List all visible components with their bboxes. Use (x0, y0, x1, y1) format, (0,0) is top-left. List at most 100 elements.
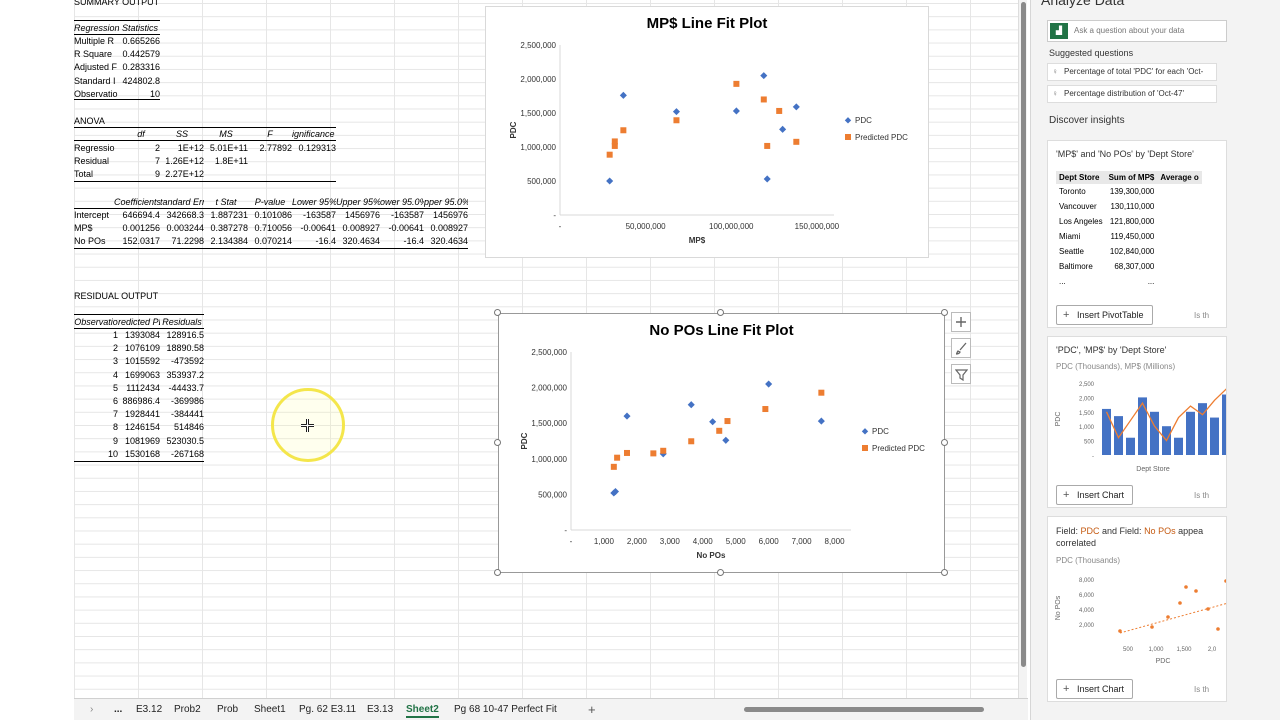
residual-cell: 1246154 (124, 422, 160, 433)
coef-cell: 1456976 (432, 210, 468, 220)
resize-handle[interactable] (941, 309, 948, 316)
add-sheet-button[interactable]: + (588, 702, 596, 718)
resize-handle[interactable] (717, 309, 724, 316)
chart-styles-button[interactable] (951, 338, 971, 358)
suggested-question[interactable]: ♀ Percentage distribution of 'Oct-47' (1047, 85, 1217, 103)
coef-header: tandard Erro (160, 197, 204, 207)
insert-pivottable-button[interactable]: + Insert PivotTable (1056, 305, 1153, 325)
coef-cell: 1456976 (344, 210, 380, 220)
residual-cell: 523030.5 (166, 435, 204, 446)
divider (74, 248, 468, 249)
residual-cell: 9 (112, 435, 118, 446)
resize-handle[interactable] (717, 569, 724, 576)
button-label: Insert Chart (1077, 684, 1125, 694)
anova-cell: 2.77892 (259, 143, 292, 153)
mini-y-tick: 6,000 (1079, 593, 1095, 599)
residual-cell: 4 (112, 369, 118, 380)
mini-y-tick: 2,000 (1079, 396, 1095, 402)
stat-value: 0.442579 (122, 49, 160, 60)
resize-handle[interactable] (494, 569, 501, 576)
table-cell (1157, 199, 1201, 214)
y-tick-label: 500,000 (538, 490, 567, 499)
table-row: Miami 119,450,000 (1056, 229, 1202, 244)
sheet-tab[interactable]: Prob2 (174, 702, 201, 718)
ask-question-input[interactable]: ▟ Ask a question about your data (1047, 20, 1227, 42)
x-axis-title: No POs (697, 551, 726, 560)
worksheet-grid[interactable]: SUMMARY OUTPUT Regression Statistics ANO… (0, 0, 1027, 698)
column-header: Average o (1157, 171, 1202, 184)
predicted-pdc-point (673, 117, 680, 124)
pdc-point (732, 107, 740, 115)
sheet-tab[interactable]: Sheet1 (254, 702, 286, 718)
more-tabs-button[interactable]: ... (114, 702, 122, 718)
mps-line-fit-chart[interactable]: - 500,000 1,000,000 1,500,000 2,000,000 2,500… (485, 6, 929, 258)
resize-handle[interactable] (494, 439, 501, 446)
table-cell: ... (1059, 277, 1066, 286)
button-label: Insert Chart (1077, 490, 1125, 500)
sheet-tab[interactable]: Sheet2 (406, 702, 439, 718)
legend-marker (845, 134, 851, 140)
anova-cell: 2 (154, 143, 160, 153)
residual-cell: -473592 (170, 356, 204, 367)
mini-y-tick: 1,500 (1079, 411, 1095, 417)
stat-value: 10 (149, 88, 160, 99)
resize-handle[interactable] (941, 569, 948, 576)
divider (74, 181, 336, 182)
residual-cell: 5 (112, 382, 118, 393)
scroll-thumb[interactable] (744, 707, 984, 712)
stat-label: Adjusted F (74, 62, 118, 73)
anova-cell: 1.26E+12 (165, 156, 204, 167)
vertical-scrollbar[interactable] (1018, 0, 1027, 698)
coef-cell: 0.008927 (430, 223, 468, 234)
sheet-tab[interactable]: Pg. 62 E3.11 (299, 702, 356, 718)
mini-x-title: Dept Store (1136, 466, 1170, 473)
pane-title: Analyze Data (1041, 0, 1125, 8)
sheet-tab[interactable]: E3.13 (367, 702, 393, 718)
chart-elements-button[interactable] (951, 312, 971, 332)
nopos-line-fit-chart[interactable]: - 500,000 1,000,000 1,500,000 2,000,000 2,500… (498, 313, 945, 573)
residual-cell: 6 (112, 396, 118, 406)
mini-y-tick: - (1092, 454, 1094, 460)
coef-cell: 0.003244 (166, 223, 204, 234)
pdc-point (760, 72, 768, 80)
anova-cell: 1E+12 (177, 143, 204, 153)
y-tick-label: 500,000 (527, 177, 556, 186)
paintbrush-icon (955, 342, 966, 355)
legend-label: Predicted PDC (872, 444, 925, 453)
anova-cell: Regressio (74, 143, 115, 153)
legend-label: Predicted PDC (855, 133, 908, 142)
mini-point (1166, 615, 1170, 619)
mini-y-tick: 2,500 (1079, 382, 1095, 388)
residual-cell: 1112434 (126, 382, 160, 393)
sheet-tab[interactable]: Prob (217, 702, 238, 718)
resize-handle[interactable] (941, 439, 948, 446)
scroll-thumb[interactable] (1021, 2, 1026, 667)
horizontal-scrollbar[interactable] (738, 704, 1038, 715)
mini-bar (1174, 437, 1183, 455)
chart-filters-button[interactable] (951, 364, 971, 384)
mini-y-title: PDC (1055, 412, 1062, 427)
suggested-question[interactable]: ♀ Percentage of total 'PDC' for each 'Oct… (1047, 63, 1217, 81)
table-cell (1157, 229, 1201, 244)
x-tick-label: - (570, 537, 573, 546)
x-tick-label: - (559, 222, 562, 231)
mini-point (1178, 601, 1182, 605)
scatter-mini-chart: 8,000 6,000 4,000 2,000 500 1,000 1,500 2,0 No P… (1055, 578, 1226, 665)
mini-point (1194, 589, 1198, 593)
insight-card-pivot: 'MP$' and 'No POs' by 'Dept Store' Dept … (1047, 140, 1227, 328)
insert-chart-button[interactable]: + Insert Chart (1056, 679, 1134, 699)
title-part: Field: (1056, 526, 1081, 536)
coef-cell: 2.134384 (210, 236, 248, 247)
mini-bar (1126, 437, 1135, 455)
sheet-tab[interactable]: E3.12 (136, 702, 162, 718)
resize-handle[interactable] (494, 309, 501, 316)
card-title: 'PDC', 'MP$' by 'Dept Store' (1056, 345, 1167, 355)
residual-cell: 10 (107, 448, 118, 459)
table-row: Los Angeles 121,800,000 (1056, 214, 1202, 229)
x-tick-label: 6,000 (759, 537, 780, 546)
insert-chart-button[interactable]: + Insert Chart (1056, 485, 1134, 505)
y-tick-label: 1,500,000 (520, 109, 556, 118)
sheet-tab[interactable]: Pg 68 10-47 Perfect Fit (454, 702, 557, 718)
tab-scroll-right-button[interactable]: › (90, 702, 93, 718)
mini-bar (1186, 411, 1195, 455)
